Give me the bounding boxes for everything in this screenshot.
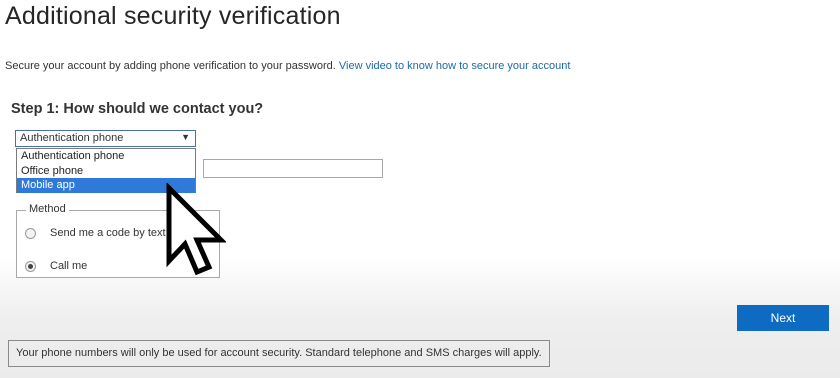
intro-text: Secure your account by adding phone veri… (5, 60, 570, 72)
method-legend: Method (26, 203, 69, 215)
select-value: Authentication phone (20, 132, 124, 144)
video-link[interactable]: View video to know how to secure your ac… (339, 60, 571, 72)
radio-button[interactable] (25, 227, 36, 239)
option-authentication-phone[interactable]: Authentication phone (17, 149, 195, 164)
intro-description: Secure your account by adding phone veri… (5, 60, 336, 72)
mouse-pointer-icon (166, 183, 226, 276)
method-option-call[interactable]: Call me (25, 260, 87, 272)
step-title: Step 1: How should we contact you? (11, 101, 264, 117)
radio-button-checked[interactable] (25, 260, 36, 272)
contact-method-select[interactable]: Authentication phone ▼ (15, 130, 196, 147)
option-office-phone[interactable]: Office phone (17, 164, 195, 179)
method-option-label: Send me a code by text (50, 227, 166, 239)
notice-box: Your phone numbers will only be used for… (8, 340, 550, 367)
method-option-label: Call me (50, 260, 88, 272)
phone-number-input[interactable] (203, 159, 383, 178)
page-title: Additional security verification (5, 2, 341, 30)
chevron-down-icon[interactable]: ▼ (181, 132, 190, 142)
next-button[interactable]: Next (737, 305, 829, 331)
method-option-text[interactable]: Send me a code by text (25, 227, 166, 239)
